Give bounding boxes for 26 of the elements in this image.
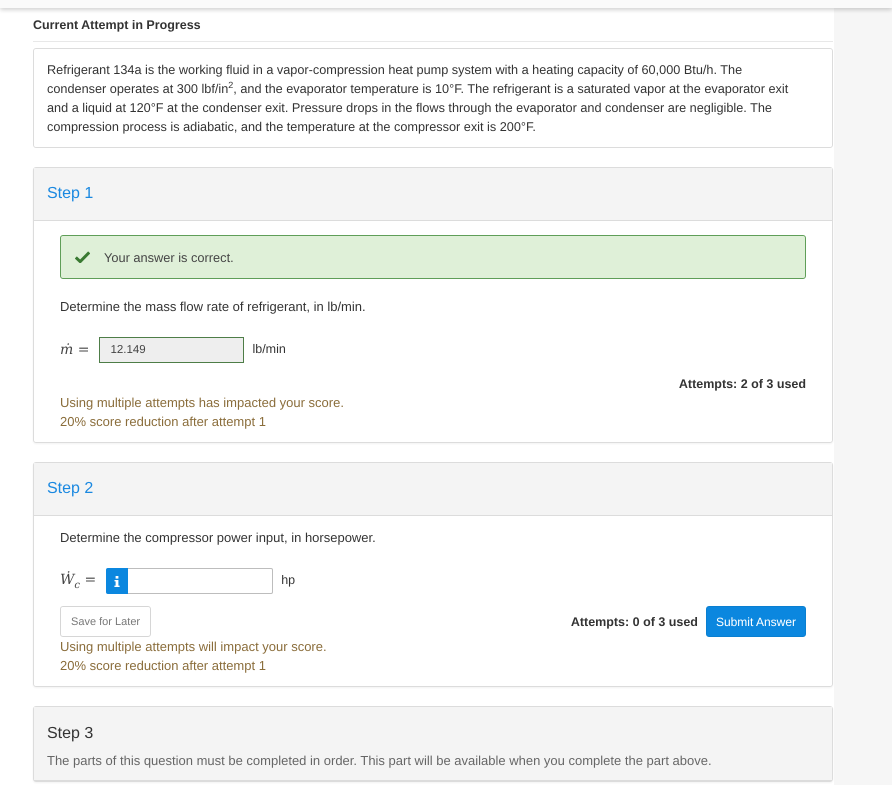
attempts-counter: Attempts: 2 of 3 used [678,376,806,393]
unit-label: hp [281,573,296,587]
step-prompt: Determine the compressor power input, in horsepower. [60,530,377,546]
step-title: Step 1 [47,184,94,204]
checkmark-icon [75,251,90,263]
feedback-text: Your answer is correct. [104,250,234,264]
score-note: 20% score reduction after attempt 1 [60,413,267,431]
answer-field[interactable]: 12.149 [99,337,244,363]
step-title: Step 3 [47,724,94,744]
step-prompt: Determine the mass flow rate of refrigerant, in lb/min. [60,299,367,315]
save-for-later-button[interactable]: Save for Later [60,606,152,637]
math-label: Ẇ$_{c}$ = [60,572,96,590]
step-title: Step 2 [47,479,94,499]
submit-answer-button[interactable]: Submit Answer [706,606,806,637]
score-note: Using multiple attempts will impact your score. [60,638,328,656]
unit-label: lb/min [252,342,286,356]
info-icon [114,576,120,586]
info-button[interactable] [106,568,128,594]
score-note: Using multiple attempts has impacted your score. [60,394,345,412]
locked-message: The parts of this question must be completed in order. This part will be available when you complete the part above. [47,752,713,769]
score-note: 20% score reduction after attempt 1 [60,657,267,675]
attempt-heading: Current Attempt in Progress [33,17,833,42]
answer-field[interactable] [128,568,274,594]
attempts-counter: Attempts: 0 of 3 used [570,614,698,630]
question-text: Refrigerant 134a is the working fluid in a vapor-compression heat pump system with a heating capacity of 60,000 Btu/h. The condenser operates at 300 lbf/in$^{2}$, and the evaporator temperature is 10°F. The refrigerant is a saturated vapor at the evaporator exit and a liquid at 120°F at the condenser exit. Pressure drops in the flows through the evaporator and condenser are negligible. The compression process is adiabatic, and the temperature at the compressor exit is 200°F. [33,48,833,148]
math-label: ṁ = [60,342,90,358]
